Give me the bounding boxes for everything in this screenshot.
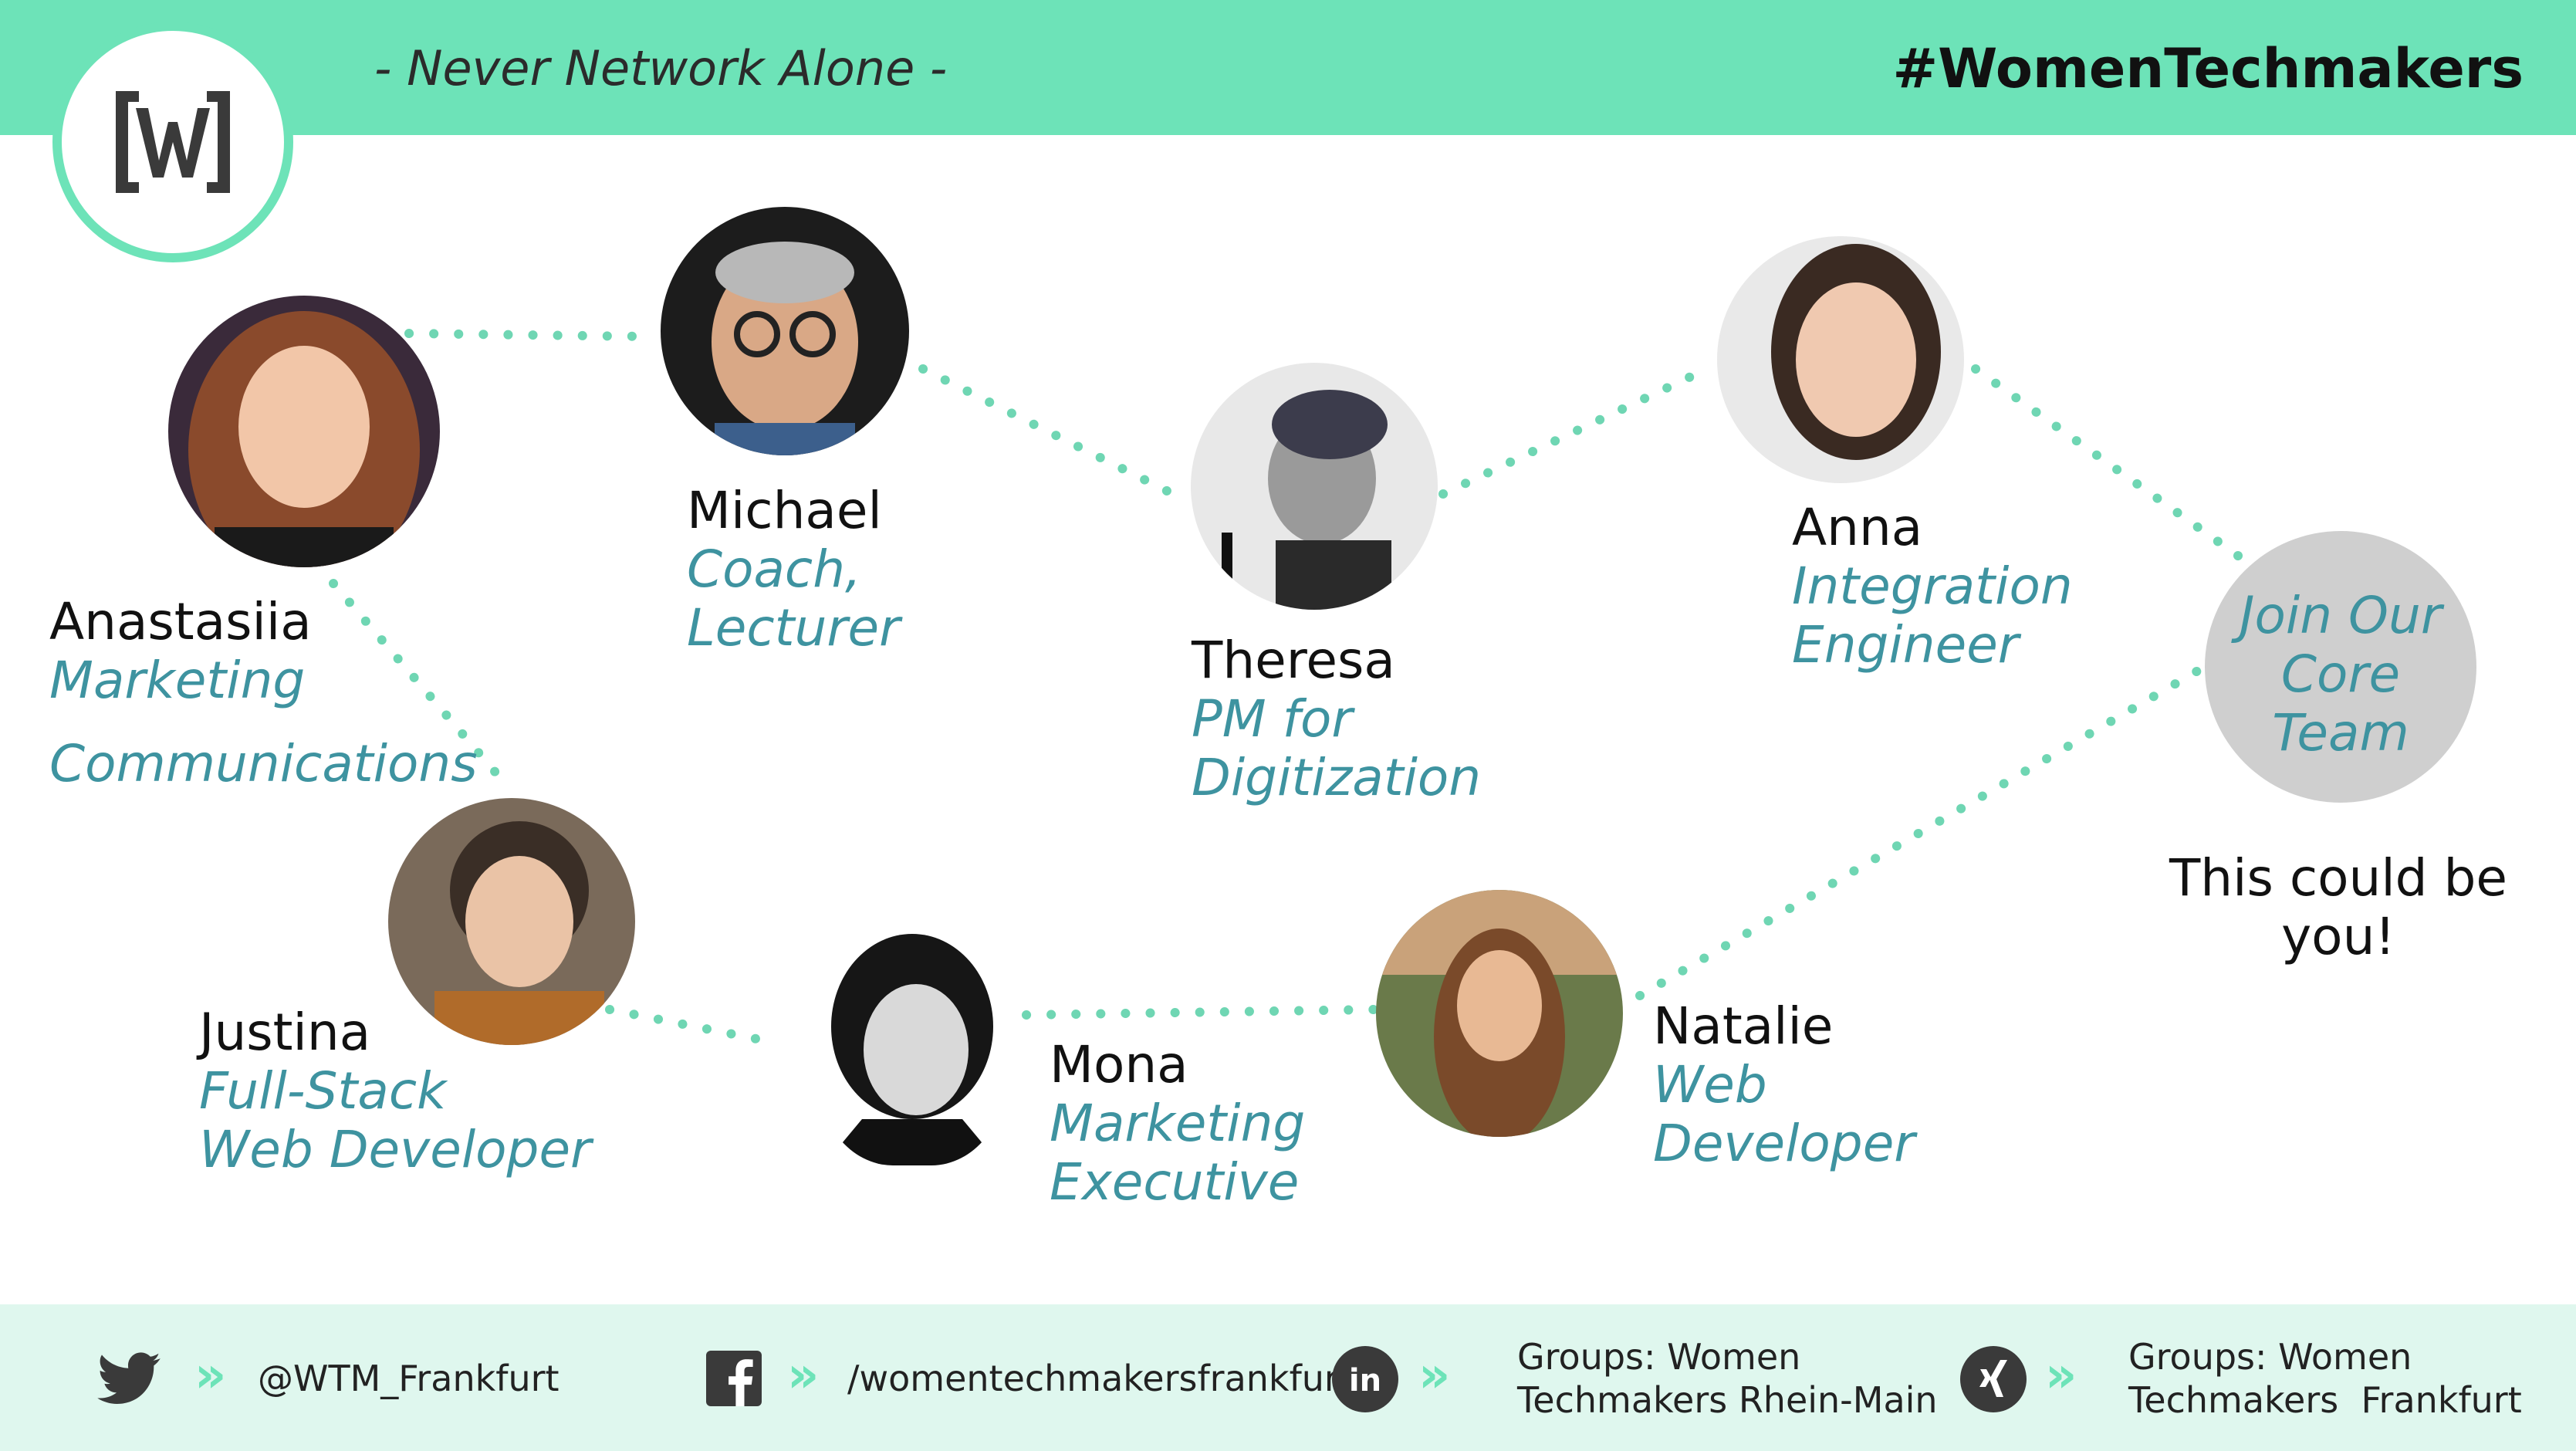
member-role-line-2: Web Developer [199,1120,592,1179]
linkedin-icon[interactable]: in [1332,1346,1398,1412]
join-line-1: Join Our [2240,586,2442,645]
line-justina-mona [605,1005,776,1047]
facebook-icon[interactable] [706,1351,762,1406]
avatar-anna [1717,236,1964,483]
member-name: Theresa [1192,631,1395,690]
linkedin-group-line-2: Techmakers Rhein-Main [1517,1379,1938,1421]
avatar-mona [816,926,1009,1165]
member-role-line-1: Integration [1792,556,2073,616]
xing-group[interactable]: Groups: Women Techmakers Frankfurt [2128,1335,2522,1422]
xing-group-line-2: Techmakers Frankfurt [2128,1379,2522,1421]
person-photo-icon [1191,363,1438,610]
member-role-line-2: Executive [1050,1152,1300,1212]
member-justina: Justina Full-Stack Web Developer [199,1003,591,1179]
member-role-line-2: Developer [1653,1114,1915,1173]
member-name: Anna [1792,498,1923,557]
member-theresa: Theresa PM for Digitization [1192,631,1481,807]
join-caption: This could be you! [2145,849,2531,966]
twitter-handle[interactable]: @WTM_Frankfurt [258,1357,559,1400]
member-name: Justina [199,1003,371,1062]
member-name: Michael [687,481,882,540]
chevron-icon: » [2045,1347,2077,1404]
linkedin-group[interactable]: Groups: Women Techmakers Rhein-Main [1517,1335,1938,1422]
join-caption-line-1: This could be [2169,848,2508,908]
facebook-handle[interactable]: /womentechmakersfrankfurt [847,1357,1353,1400]
avatar-theresa [1191,363,1438,610]
chevron-icon: » [787,1347,820,1404]
member-name: Mona [1050,1035,1188,1094]
join-line-2: Core [2280,644,2401,704]
person-photo-icon [1376,890,1623,1137]
chevron-icon: » [194,1347,227,1404]
member-anna: Anna Integration Engineer [1792,499,2073,675]
member-role-line-2: Engineer [1792,615,2019,675]
member-anastasiia: Anastasiia Marketing Communications [49,593,478,793]
avatar-anastasiia [168,296,440,567]
avatar-michael [661,207,909,455]
join-caption-line-2: you! [2281,907,2395,966]
line-mona-natalie [1022,1005,1378,1020]
xing-icon[interactable] [1960,1346,2027,1412]
person-photo-icon [1717,236,1964,483]
xing-group-line-1: Groups: Women [2128,1336,2412,1378]
line-anastasiia-michael [404,329,653,341]
twitter-icon[interactable] [97,1352,161,1405]
member-role-line-2: Lecturer [687,598,901,658]
join-line-3: Team [2272,703,2409,763]
svg-text:in: in [1349,1363,1381,1399]
member-name: Anastasiia [49,592,312,651]
join-core-team-text: Join Our Core Team [2205,587,2476,763]
person-photo-icon [168,296,440,567]
line-michael-theresa [918,364,1193,506]
member-role-line-2: Digitization [1192,748,1482,807]
member-michael: Michael Coach, Lecturer [687,482,900,658]
member-role-line-1: Full-Stack [199,1061,447,1121]
member-mona: Mona Marketing Executive [1050,1036,1305,1212]
line-natalie-join [1635,661,2212,1000]
member-natalie: Natalie Web Developer [1653,997,1915,1173]
chevron-icon: » [1418,1347,1451,1404]
member-role-line-1: Coach, [687,539,862,599]
person-photo-icon [816,926,1009,1165]
person-photo-icon [661,207,909,455]
member-role-line-1: Web [1653,1055,1767,1114]
member-role-line-1: Marketing [49,651,306,710]
linkedin-group-line-1: Groups: Women [1517,1336,1801,1378]
member-role-line-1: Marketing [1050,1094,1306,1153]
line-theresa-anna [1438,364,1712,499]
member-role-line-1: PM for [1192,689,1353,749]
avatar-natalie [1376,890,1623,1137]
member-role-line-2: Communications [49,734,478,793]
member-name: Natalie [1653,996,1834,1056]
